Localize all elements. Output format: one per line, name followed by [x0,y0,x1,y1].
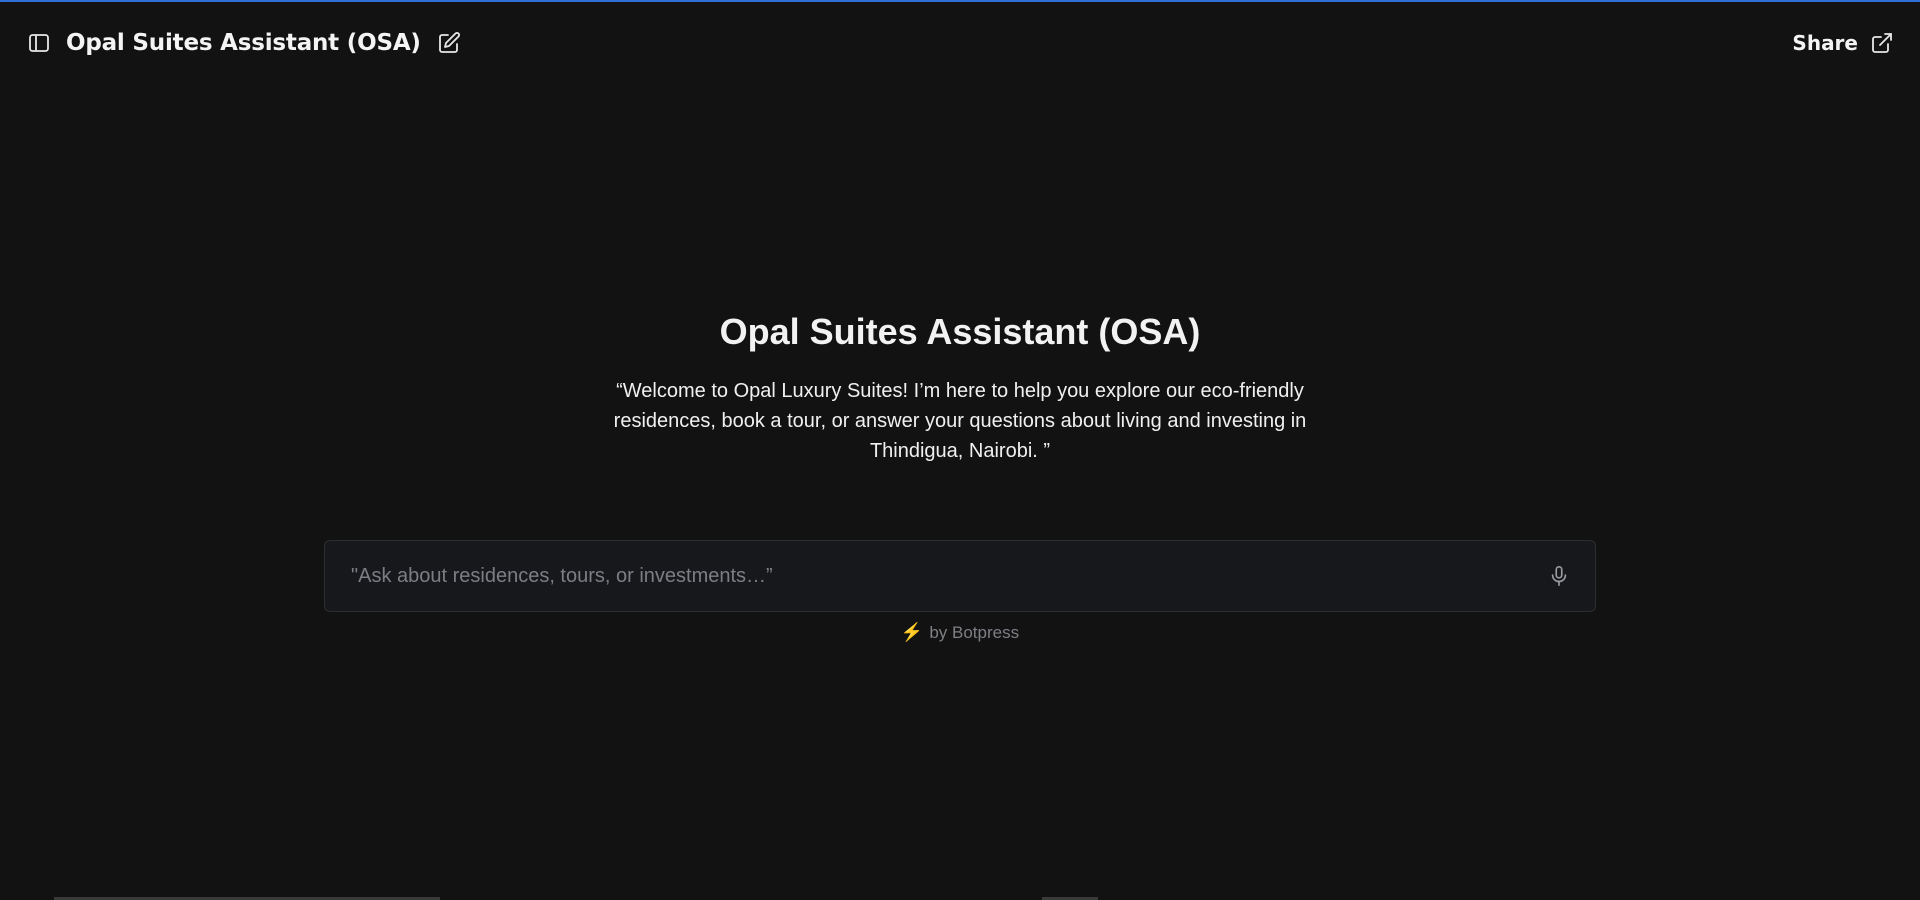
welcome-title: Opal Suites Assistant (OSA) [719,311,1201,352]
sidebar-toggle-icon[interactable] [26,30,52,56]
powered-by-label: by Botpress [929,622,1020,642]
app-title: Opal Suites Assistant (OSA) [66,30,421,56]
header-left: Opal Suites Assistant (OSA) [26,29,463,57]
header-bar: Opal Suites Assistant (OSA) Share [0,2,1920,84]
edit-icon[interactable] [435,29,463,57]
welcome-section: Opal Suites Assistant (OSA) “Welcome to … [0,300,1920,466]
microphone-icon[interactable] [1545,562,1573,590]
share-button[interactable]: Share [1792,31,1894,55]
message-input[interactable] [349,563,1545,589]
welcome-message: “Welcome to Opal Luxury Suites! I’m here… [613,380,1307,462]
lightning-bolt-icon: ⚡ [900,622,924,642]
powered-by[interactable]: ⚡ by Botpress [0,622,1920,643]
share-label: Share [1792,31,1858,55]
message-composer [324,540,1596,612]
external-link-icon [1870,31,1894,55]
